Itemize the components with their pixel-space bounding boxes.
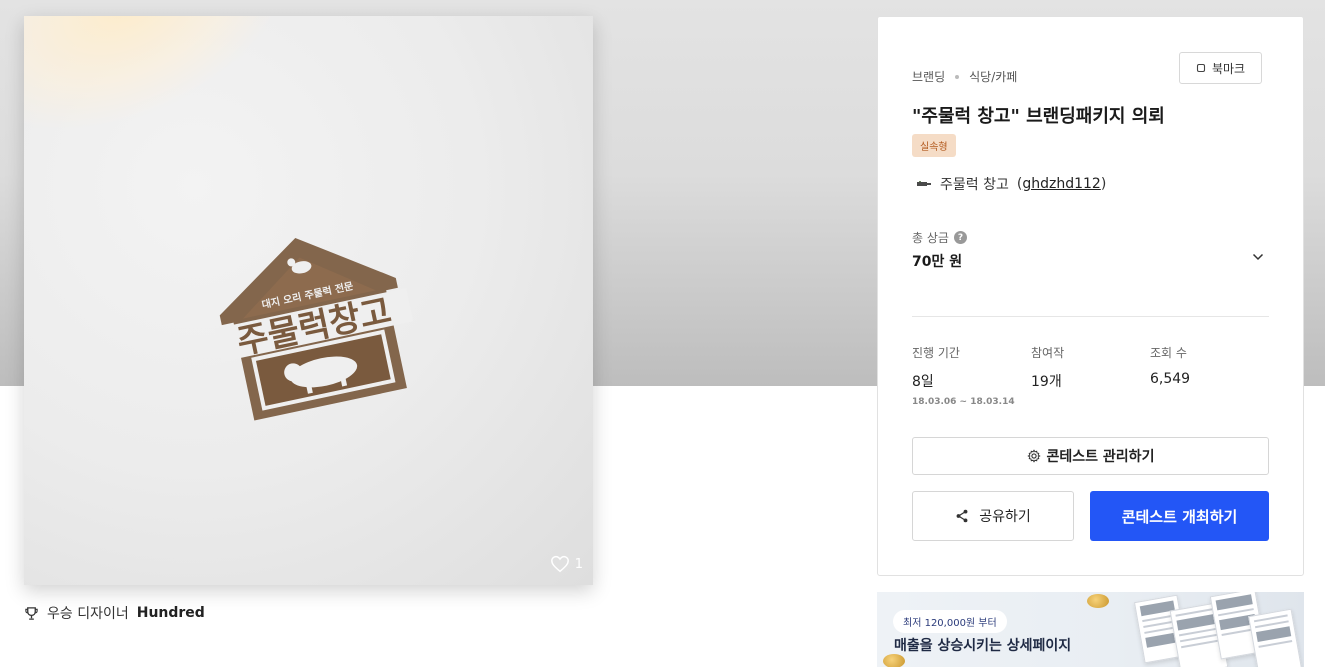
bookmark-icon <box>1196 63 1205 73</box>
breadcrumb: 브랜딩 식당/카페 <box>912 68 1017 85</box>
heart-icon <box>550 555 569 573</box>
breadcrumb-subcategory[interactable]: 식당/카페 <box>969 68 1017 85</box>
client-id-wrap: (ghdzhd112) <box>1016 176 1107 192</box>
share-button[interactable]: 공유하기 <box>912 491 1074 541</box>
stat-label: 참여작 <box>1031 346 1065 360</box>
contest-info-card: 북마크 브랜딩 식당/카페 "주물럭 창고" 브랜딩패키지 의뢰 실속형 주물럭… <box>877 16 1304 576</box>
prize-label: 총 상금 ? <box>912 229 967 246</box>
breadcrumb-category[interactable]: 브랜딩 <box>912 68 945 85</box>
gear-icon <box>1026 449 1041 463</box>
winner-name[interactable]: Hundred <box>137 605 205 621</box>
stat-value: 19개 <box>1031 374 1062 390</box>
chevron-down-icon[interactable] <box>1252 251 1264 263</box>
ad-price-pill: 최저 120,000원 부터 <box>893 610 1007 633</box>
share-icon <box>956 509 968 523</box>
host-contest-button[interactable]: 콘테스트 개최하기 <box>1090 491 1269 541</box>
brand-logo: 대지 오리 주물럭 전문 주물럭창고 <box>214 237 414 421</box>
client-name: 주물럭 창고 <box>940 177 1009 193</box>
bookmark-label: 북마크 <box>1211 61 1246 76</box>
client-id-link[interactable]: ghdzhd112 <box>1022 176 1100 192</box>
prize-label-text: 총 상금 <box>912 231 949 245</box>
page-mockup <box>1248 608 1302 667</box>
breadcrumb-separator <box>955 74 960 79</box>
stat-label: 조회 수 <box>1150 346 1187 360</box>
plan-badge: 실속형 <box>912 134 956 157</box>
manage-contest-button[interactable]: 콘테스트 관리하기 <box>912 437 1269 475</box>
light-glow <box>24 16 334 182</box>
like-counter[interactable]: 1 <box>550 555 583 573</box>
stat-views: 조회 수 6,549 <box>1150 344 1190 387</box>
stat-entries: 참여작 19개 <box>1031 344 1064 391</box>
coin-decoration <box>883 654 905 667</box>
winner-designer: 우승 디자이너 Hundred <box>24 603 205 623</box>
coin-decoration <box>1087 594 1109 608</box>
stat-duration: 진행 기간 8일 18.03.06 ~ 18.03.14 <box>912 344 1015 407</box>
winner-label: 우승 디자이너 <box>47 606 129 622</box>
like-count: 1 <box>574 556 583 572</box>
prize-value: 70만 원 <box>912 254 963 270</box>
stat-value: 8일 <box>912 374 934 390</box>
contest-artwork[interactable]: 대지 오리 주물럭 전문 주물럭창고 1 <box>24 16 593 585</box>
trophy-icon <box>25 606 38 620</box>
stat-date-range: 18.03.06 ~ 18.03.14 <box>912 397 1015 407</box>
ad-headline: 매출을 상승시키는 상세페이지 <box>894 638 1072 654</box>
divider <box>912 316 1269 317</box>
stat-value: 6,549 <box>1150 371 1191 387</box>
client-info: 주물럭 창고 (ghdzhd112) <box>916 174 1106 194</box>
bookmark-button[interactable]: 북마크 <box>1179 52 1262 84</box>
manage-contest-label: 콘테스트 관리하기 <box>1046 449 1155 465</box>
share-label: 공유하기 <box>979 509 1031 525</box>
help-icon[interactable]: ? <box>953 231 967 244</box>
stat-label: 진행 기간 <box>912 346 960 360</box>
ad-banner[interactable]: 최저 120,000원 부터 매출을 상승시키는 상세페이지 <box>877 592 1304 667</box>
contest-title: "주물럭 창고" 브랜딩패키지 의뢰 <box>912 106 1165 127</box>
client-avatar <box>917 181 931 186</box>
